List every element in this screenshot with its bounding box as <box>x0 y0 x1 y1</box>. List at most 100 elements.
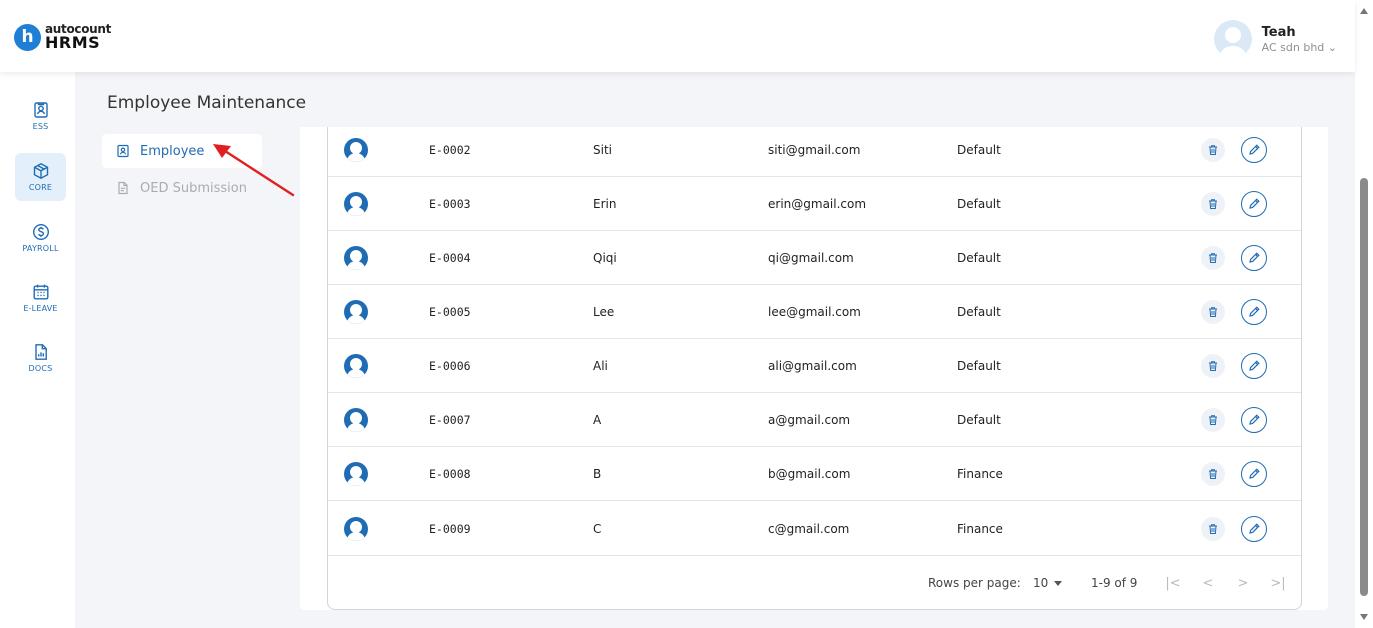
employee-email: lee@gmail.com <box>768 304 861 319</box>
sidebar-item-label: DOCS <box>28 364 53 373</box>
rows-per-page-select[interactable]: 10 <box>1033 576 1048 590</box>
employee-department: Default <box>957 142 1001 157</box>
dollar-circle-icon <box>32 223 49 241</box>
pencil-icon <box>1248 414 1260 425</box>
employee-name: Ali <box>593 358 608 373</box>
table-row[interactable]: E-0005 Lee lee@gmail.com Default <box>328 285 1301 339</box>
delete-button[interactable] <box>1201 516 1225 541</box>
sidebar-item-label: ESS <box>32 122 49 131</box>
pencil-icon <box>1248 523 1260 534</box>
employee-email: a@gmail.com <box>768 412 851 427</box>
submenu-item-label: Employee <box>140 143 205 159</box>
employee-code: E-0006 <box>429 358 471 373</box>
table-pagination: Rows per page: 10 1-9 of 9 |< < > >| <box>328 559 1301 609</box>
trash-icon <box>1209 468 1217 479</box>
edit-button[interactable] <box>1241 515 1267 542</box>
first-page-button[interactable]: |< <box>1161 571 1185 595</box>
badge-icon <box>117 144 129 158</box>
delete-button[interactable] <box>1201 353 1225 378</box>
edit-button[interactable] <box>1241 406 1267 433</box>
sidebar-item-core[interactable]: CORE <box>15 153 66 201</box>
table-row[interactable]: E-0009 C c@gmail.com Finance <box>328 502 1301 556</box>
document-chart-icon <box>34 344 47 360</box>
avatar <box>344 137 368 162</box>
previous-page-button[interactable]: < <box>1196 571 1220 595</box>
sidebar-item-ess[interactable]: ESS <box>15 92 66 140</box>
sidebar-item-eleave[interactable]: E-LEAVE <box>15 274 66 322</box>
employee-department: Default <box>957 412 1001 427</box>
scroll-up-icon[interactable] <box>1360 8 1368 14</box>
user-name: Teah <box>1261 24 1296 40</box>
employee-table-panel: E-0002 Siti siti@gmail.com Default E-000… <box>300 127 1328 610</box>
avatar <box>1213 20 1252 58</box>
scrollbar-thumb[interactable] <box>1360 178 1368 596</box>
avatar <box>344 245 368 270</box>
delete-button[interactable] <box>1201 191 1225 216</box>
delete-button[interactable] <box>1201 461 1225 486</box>
avatar <box>344 461 368 486</box>
sidebar-item-label: PAYROLL <box>22 244 59 253</box>
employee-email: c@gmail.com <box>768 521 850 536</box>
trash-icon <box>1209 360 1217 371</box>
trash-icon <box>1209 523 1217 534</box>
delete-button[interactable] <box>1201 245 1225 270</box>
logo-bottom-text: HRMS <box>45 33 101 52</box>
employee-email: b@gmail.com <box>768 466 851 481</box>
company-selector[interactable]: AC sdn bhd ⌄ <box>1262 41 1337 54</box>
trash-icon <box>1209 306 1217 317</box>
delete-button[interactable] <box>1201 407 1225 432</box>
caret-down-icon[interactable] <box>1054 581 1062 586</box>
app-logo[interactable]: h autocount HRMS <box>14 23 111 51</box>
employee-email: erin@gmail.com <box>768 196 867 211</box>
employee-department: Default <box>957 358 1001 373</box>
sidebar: ESS CORE PAYROLL E-LEAVE DOCS <box>0 72 75 628</box>
logo-mark: h <box>14 23 41 51</box>
delete-button[interactable] <box>1201 299 1225 324</box>
employee-code: E-0008 <box>429 466 471 481</box>
employee-code: E-0002 <box>429 142 471 157</box>
sidebar-item-label: CORE <box>28 183 53 192</box>
table-row[interactable]: E-0004 Qiqi qi@gmail.com Default <box>328 231 1301 285</box>
table-row[interactable]: E-0008 B b@gmail.com Finance <box>328 447 1301 501</box>
last-page-button[interactable]: >| <box>1266 571 1290 595</box>
table-row[interactable]: E-0007 A a@gmail.com Default <box>328 393 1301 447</box>
employee-code: E-0007 <box>429 412 471 427</box>
company-name: AC sdn bhd <box>1261 40 1325 54</box>
cube-icon <box>33 163 48 179</box>
page-scrollbar[interactable] <box>1355 0 1373 628</box>
edit-button[interactable] <box>1241 298 1267 325</box>
next-page-button[interactable]: > <box>1231 571 1255 595</box>
sidebar-item-docs[interactable]: DOCS <box>15 334 66 382</box>
pagination-range: 1-9 of 9 <box>1091 576 1138 590</box>
edit-button[interactable] <box>1241 460 1267 487</box>
employee-department: Finance <box>957 466 1003 481</box>
user-menu[interactable]: Teah AC sdn bhd ⌄ <box>1213 20 1337 58</box>
trash-icon <box>1209 414 1217 425</box>
edit-button[interactable] <box>1241 352 1267 379</box>
employee-name: C <box>593 521 602 536</box>
employee-name: Lee <box>593 304 615 319</box>
employee-name: A <box>593 412 602 427</box>
employee-name: Siti <box>593 142 612 157</box>
avatar <box>344 191 368 216</box>
delete-button[interactable] <box>1201 137 1225 162</box>
id-card-icon <box>33 102 48 118</box>
table-row[interactable]: E-0003 Erin erin@gmail.com Default <box>328 177 1301 231</box>
employee-email: qi@gmail.com <box>768 250 854 265</box>
pencil-icon <box>1248 144 1260 155</box>
table-row[interactable]: E-0006 Ali ali@gmail.com Default <box>328 339 1301 393</box>
avatar <box>344 353 368 378</box>
table-row[interactable]: E-0002 Siti siti@gmail.com Default <box>328 123 1301 177</box>
pencil-icon <box>1248 198 1260 209</box>
scroll-down-icon[interactable] <box>1360 614 1368 620</box>
employee-name: Qiqi <box>593 250 617 265</box>
edit-button[interactable] <box>1241 136 1267 163</box>
edit-button[interactable] <box>1241 244 1267 271</box>
sidebar-item-payroll[interactable]: PAYROLL <box>15 214 66 262</box>
employee-name: B <box>593 466 602 481</box>
edit-button[interactable] <box>1241 190 1267 217</box>
employee-code: E-0004 <box>429 250 471 265</box>
page-title: Employee Maintenance <box>107 93 307 113</box>
employee-email: ali@gmail.com <box>768 358 857 373</box>
pencil-icon <box>1248 468 1260 479</box>
